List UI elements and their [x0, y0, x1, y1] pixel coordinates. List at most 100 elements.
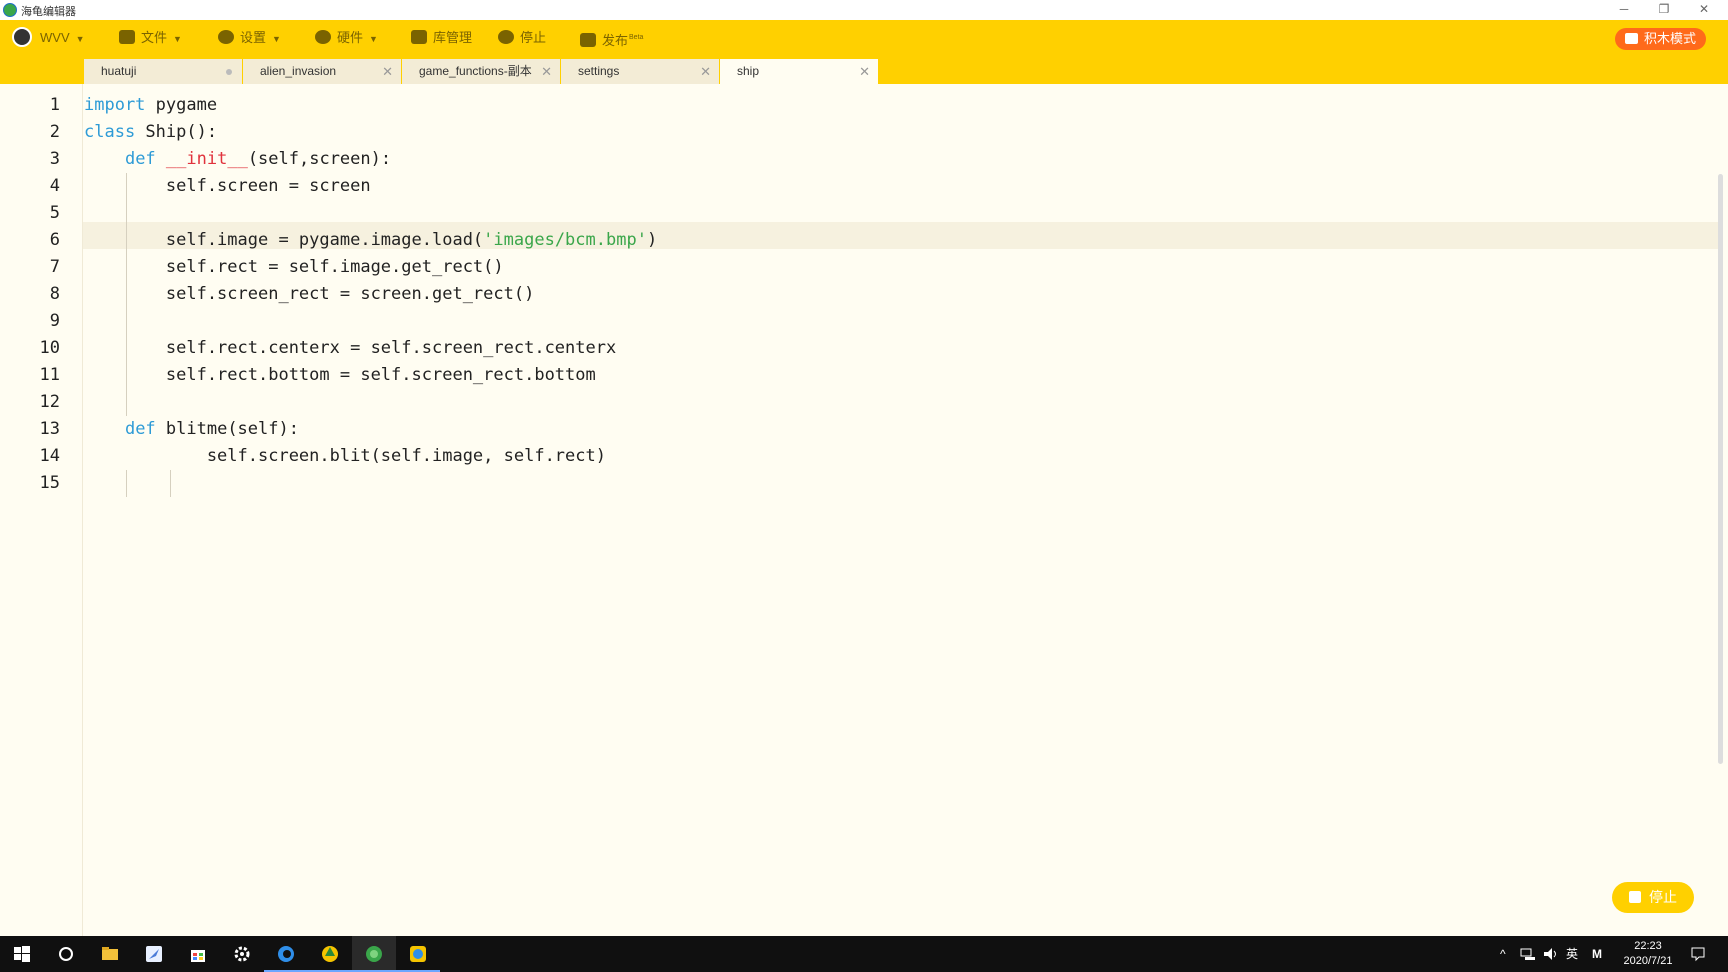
file-menu[interactable]: 文件 ▼ [119, 20, 182, 56]
taskbar-store[interactable] [176, 936, 220, 972]
hardware-menu[interactable]: 硬件 ▼ [315, 20, 378, 56]
file-menu-label: 文件 [141, 30, 168, 45]
library-label: 库管理 [433, 30, 473, 45]
line-number: 15 [39, 473, 60, 493]
code-line-13: def blitme(self): [124, 419, 299, 439]
stop-label: 停止 [520, 30, 547, 45]
title-bar: 海龟编辑器 ─ ❐ ✕ [0, 0, 1728, 20]
code-line-1: import pygame [84, 95, 218, 115]
line-number: 10 [39, 338, 60, 358]
taskbar-edge[interactable] [264, 936, 308, 972]
file-tabs: huatuji alien_invasion ✕ game_functions-… [0, 56, 1728, 84]
ime-mode-indicator[interactable]: M [1592, 936, 1602, 972]
block-mode-label: 积木模式 [1643, 31, 1696, 46]
tab-huatuji[interactable]: huatuji [84, 59, 242, 84]
line-number: 4 [49, 176, 60, 196]
indent-guide [126, 470, 127, 497]
store-icon [191, 950, 205, 962]
user-name: WVV [40, 30, 70, 45]
beta-badge: Beta [629, 34, 644, 41]
floating-stop-button[interactable]: 停止 [1612, 882, 1694, 913]
chevron-down-icon: ▼ [272, 34, 281, 44]
code-line-4: self.screen = screen [84, 176, 371, 196]
code-line-11: self.rect.bottom = self.screen_rect.bott… [84, 365, 596, 385]
line-number: 14 [39, 446, 60, 466]
tab-settings[interactable]: settings ✕ [561, 59, 719, 84]
main-toolbar: WVV ▼ 文件 ▼ 设置 ▼ 硬件 ▼ 库管理 停止 发布Beta 积木模式 [0, 20, 1728, 56]
unsaved-dot-icon[interactable] [226, 69, 232, 75]
edge-icon [278, 946, 294, 962]
close-icon[interactable]: ✕ [700, 59, 711, 84]
chevron-down-icon: ▼ [173, 34, 182, 44]
window-title: 海龟编辑器 [21, 6, 76, 18]
line-number: 5 [49, 203, 60, 223]
publish-button[interactable]: 发布Beta [580, 20, 643, 56]
clock-time: 22:23 [1634, 940, 1662, 952]
code-line-7: self.rect = self.image.get_rect() [84, 257, 504, 277]
taskbar-settings[interactable] [220, 936, 264, 972]
tab-label: settings [578, 64, 620, 78]
vertical-scrollbar[interactable] [1718, 174, 1723, 764]
taskbar-qq[interactable] [396, 936, 440, 972]
line-number: 7 [49, 257, 60, 277]
cortana-button[interactable] [44, 936, 88, 972]
tab-ship[interactable]: ship ✕ [720, 59, 878, 84]
gear-icon [218, 30, 234, 44]
library-button[interactable]: 库管理 [411, 20, 472, 56]
taskbar-file-explorer[interactable] [88, 936, 132, 972]
qq-icon [410, 946, 426, 962]
line-number: 1 [49, 95, 60, 115]
start-button[interactable] [0, 936, 44, 972]
paper-plane-icon [580, 33, 596, 47]
taskbar-feather-app[interactable] [132, 936, 176, 972]
code-line-3: def __init__(self,screen): [124, 149, 392, 169]
tab-label: alien_invasion [260, 64, 337, 78]
close-icon[interactable]: ✕ [382, 59, 393, 84]
app-logo-icon [3, 3, 17, 17]
tab-label: ship [737, 64, 760, 78]
tab-game-functions[interactable]: game_functions-副本 ✕ [402, 59, 560, 84]
stop-icon [498, 30, 514, 44]
code-line-2: class Ship(): [84, 122, 218, 142]
windows-start-icon [14, 946, 30, 962]
library-icon [411, 30, 427, 44]
chevron-down-icon: ▼ [369, 34, 378, 44]
chevron-down-icon: ▼ [75, 34, 85, 44]
publish-label: 发布 [602, 33, 629, 48]
kite-app-icon [322, 946, 338, 962]
code-line-14: self.screen.blit(self.image, self.rect) [84, 446, 606, 466]
file-explorer-icon [102, 947, 118, 960]
line-number-gutter: 1 2 3 4 5 6 7 8 9 10 11 12 13 14 15 [0, 84, 83, 936]
code-editor[interactable]: import pygame class Ship(): def __init__… [83, 84, 1723, 936]
taskbar-turtle-editor[interactable] [352, 936, 396, 972]
line-number: 6 [49, 230, 60, 250]
code-line-6: self.image = pygame.image.load('images/b… [84, 230, 658, 250]
settings-menu[interactable]: 设置 ▼ [218, 20, 281, 56]
indent-guide [170, 470, 171, 497]
restore-button[interactable]: ❐ [1644, 0, 1684, 20]
taskbar-clock[interactable]: 22:23 2020/7/21 [1610, 939, 1686, 969]
close-icon[interactable]: ✕ [541, 59, 552, 84]
ime-language-indicator[interactable]: 英 [1566, 936, 1578, 972]
folder-icon [119, 30, 135, 44]
volume-icon[interactable] [1543, 947, 1559, 961]
tray-overflow-chevron-icon[interactable]: ^ [1500, 936, 1506, 972]
line-number: 12 [39, 392, 60, 412]
tab-label: huatuji [101, 64, 137, 78]
clock-date: 2020/7/21 [1623, 955, 1673, 967]
notification-center-icon[interactable] [1690, 946, 1706, 962]
stop-toolbar-button[interactable]: 停止 [498, 20, 546, 56]
taskbar-kite-app[interactable] [308, 936, 352, 972]
settings-menu-label: 设置 [240, 30, 267, 45]
close-window-button[interactable]: ✕ [1684, 0, 1724, 20]
network-icon[interactable] [1520, 947, 1536, 961]
minimize-button[interactable]: ─ [1604, 0, 1644, 20]
tab-label: game_functions-副本 [419, 64, 532, 78]
line-number: 3 [49, 149, 60, 169]
tab-alien-invasion[interactable]: alien_invasion ✕ [243, 59, 401, 84]
code-line-10: self.rect.centerx = self.screen_rect.cen… [84, 338, 617, 358]
close-icon[interactable]: ✕ [859, 59, 870, 84]
floating-stop-label: 停止 [1649, 889, 1677, 905]
block-mode-button[interactable]: 积木模式 [1614, 28, 1706, 50]
user-menu[interactable]: WVV ▼ [12, 20, 85, 56]
